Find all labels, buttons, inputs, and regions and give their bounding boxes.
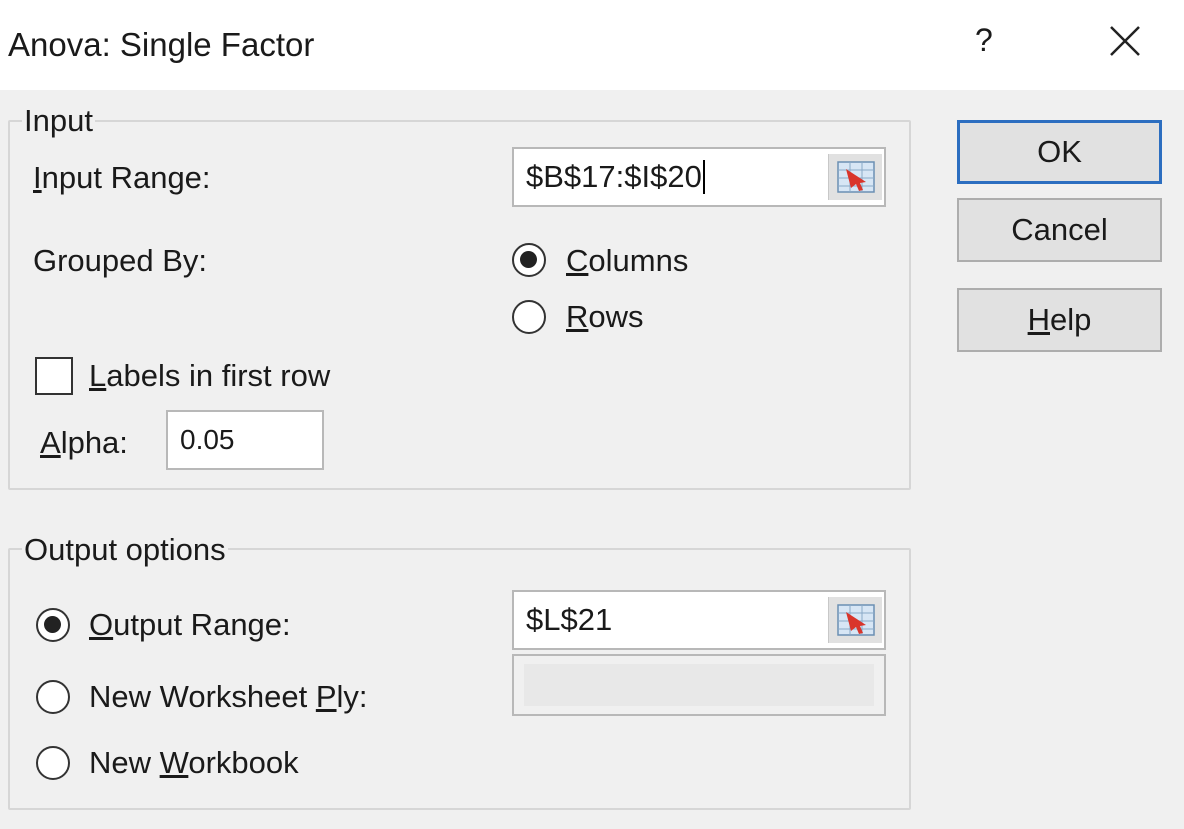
rows-label[interactable]: Rows [566,299,644,335]
labels-in-first-row-label[interactable]: Labels in first row [89,358,330,394]
input-range-label: Input Range: [33,160,211,196]
help-text: elp [1050,302,1092,337]
help-button[interactable]: Help [957,288,1162,352]
alpha-label: Alpha: [40,425,128,461]
columns-label[interactable]: Columns [566,243,688,279]
output-range-text: utput Range: [113,607,291,642]
input-group-legend: Input [22,103,95,139]
labels-text: abels in first row [106,358,331,393]
output-range-label[interactable]: Output Range: [89,607,291,643]
rows-accel: R [566,299,589,334]
title-bar: Anova: Single Factor ? [0,0,1184,90]
range-selector-icon [836,604,875,636]
output-range-collapse-button[interactable] [828,597,882,643]
new-ply-text-a: New Worksheet [89,679,316,714]
dialog-title: Anova: Single Factor [8,26,315,63]
columns-text: olumns [588,243,689,278]
alpha-accel: A [40,425,61,460]
new-workbook-text-a: New [89,745,160,780]
output-range-accel: O [89,607,114,642]
alpha-field[interactable]: 0.05 [166,410,324,470]
new-ply-accel: P [315,679,337,714]
output-options-legend: Output options [22,532,228,568]
labels-accel: L [89,358,107,393]
new-worksheet-ply-radio[interactable] [36,680,70,714]
input-range-collapse-button[interactable] [828,154,882,200]
output-range-radio[interactable] [36,608,70,642]
labels-in-first-row-checkbox[interactable] [35,357,73,395]
columns-radio[interactable] [512,243,546,277]
range-selector-icon [836,161,875,193]
help-accel: H [1027,302,1050,337]
new-workbook-text-b: orkbook [188,745,299,780]
text-caret [702,160,705,194]
close-icon[interactable] [1108,24,1142,58]
new-worksheet-ply-field [512,654,886,716]
rows-text: ows [588,299,644,334]
new-ply-text-b: ly: [336,679,368,714]
rows-radio[interactable] [512,300,546,334]
input-range-value: $B$17:$I$20 [526,159,702,194]
grouped-by-label: Grouped By: [33,243,208,278]
alpha-text: lpha: [60,425,128,460]
input-range-label-accel: I [33,160,42,195]
alpha-value: 0.05 [180,424,235,455]
new-workbook-label[interactable]: New Workbook [89,745,299,781]
output-range-value: $L$21 [526,602,613,637]
new-workbook-accel: W [159,745,189,780]
new-worksheet-ply-label[interactable]: New Worksheet Ply: [89,679,368,715]
new-workbook-radio[interactable] [36,746,70,780]
input-range-label-text: nput Range: [41,160,211,195]
help-icon[interactable]: ? [975,22,993,59]
cancel-button[interactable]: Cancel [957,198,1162,262]
ok-button[interactable]: OK [957,120,1162,184]
columns-accel: C [566,243,589,278]
disabled-field-fill [524,664,874,706]
